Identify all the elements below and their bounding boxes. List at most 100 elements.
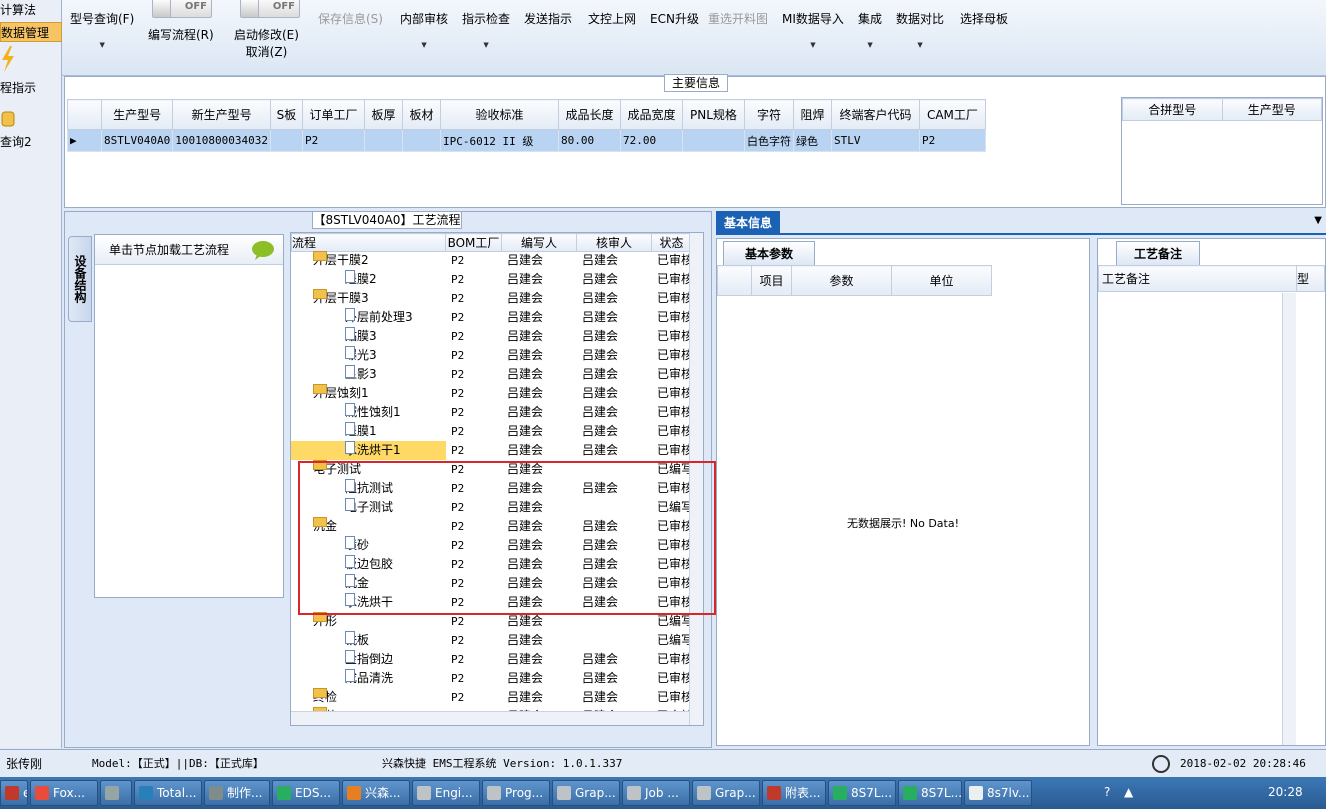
col-header[interactable]: 成品宽度 (619, 99, 683, 130)
table-cell[interactable]: P2 (918, 129, 986, 152)
save-info-button[interactable]: 保存信息(S) (318, 10, 383, 27)
table-cell[interactable]: 绿色 (792, 129, 832, 152)
col-header[interactable]: 工艺备注 (1098, 265, 1297, 292)
chevron-down-icon[interactable]: ▼ (1314, 215, 1322, 226)
tree-node-name[interactable]: 金指倒边 (291, 650, 446, 669)
tab-basic-info[interactable]: 基本信息 (716, 211, 780, 235)
taskbar-item[interactable]: 兴森... (342, 780, 410, 806)
table-cell[interactable]: P2 (301, 129, 365, 152)
select-motherboard-button[interactable]: 选择母板 (960, 10, 1008, 27)
taskbar-item[interactable]: 8S7L... (898, 780, 962, 806)
write-process-toggle[interactable]: OFF (152, 0, 212, 18)
tab-basic-params[interactable]: 基本参数 (723, 241, 815, 265)
tree-node-name[interactable]: 外层前处理3 (291, 308, 446, 327)
tree-row[interactable]: 金指倒边 P2 吕建会 吕建会 已审核 (291, 650, 693, 669)
ecn-upgrade-button[interactable]: ECN升级 (650, 10, 699, 27)
col-header[interactable]: 生产型号 (100, 99, 174, 130)
table-cell[interactable] (681, 129, 745, 152)
tree-horizontal-scrollbar[interactable] (291, 711, 689, 725)
taskbar-clock[interactable]: 20:28 (1268, 785, 1303, 799)
col-header[interactable]: 合拼型号 (1122, 98, 1223, 121)
tree-row[interactable]: 曝光3 P2 吕建会 吕建会 已审核 (291, 346, 693, 365)
nav-item-query2[interactable]: 查询2 (0, 132, 62, 152)
taskbar-item[interactable]: Grap... (552, 780, 620, 806)
col-header[interactable]: 订单工厂 (301, 99, 365, 130)
col-header[interactable]: 字符 (743, 99, 794, 130)
col-header[interactable]: 流程 (291, 233, 446, 252)
col-header[interactable]: 单位 (891, 265, 992, 296)
table-cell[interactable]: 72.00 (619, 129, 683, 152)
taskbar-item[interactable]: Total... (134, 780, 202, 806)
table-cell[interactable]: 8STLV040A0 (100, 129, 174, 152)
reselect-cutting-button[interactable]: 重选开料图 (708, 10, 768, 27)
col-header[interactable]: 生产型号 (1221, 98, 1322, 121)
instruction-check-button[interactable]: 指示检查 ▼ (462, 10, 510, 49)
tree-row[interactable]: −外层蚀刻1 P2 吕建会 吕建会 已审核 (291, 384, 693, 403)
taskbar-item[interactable]: 8S7L... (828, 780, 896, 806)
nav-item-calc[interactable]: 计算法 (0, 0, 62, 20)
taskbar-item[interactable]: EDS... (272, 780, 340, 806)
internal-review-button[interactable]: 内部审核 ▼ (400, 10, 448, 49)
taskbar-item[interactable]: Fox... (30, 780, 98, 806)
nav-item-process-instruction[interactable]: 程指示 (0, 78, 62, 98)
col-header[interactable]: S板 (269, 99, 303, 130)
model-query-button[interactable]: 型号查询(F) ▼ (70, 10, 134, 49)
tree-node-name[interactable]: 曝光3 (291, 346, 446, 365)
col-header[interactable]: 验收标准 (439, 99, 559, 130)
data-compare-button[interactable]: 数据对比 ▼ (896, 10, 944, 49)
col-header[interactable]: 型 (1296, 265, 1325, 292)
table-cell[interactable] (401, 129, 441, 152)
taskbar-item[interactable]: Job ... (622, 780, 690, 806)
taskbar-item[interactable]: Engi... (412, 780, 480, 806)
table-cell[interactable] (363, 129, 403, 152)
col-header[interactable]: 项目 (751, 265, 792, 296)
nav-item-data-manage[interactable]: 数据管理 (0, 22, 62, 42)
tree-row[interactable]: −外层干膜3 P2 吕建会 吕建会 已审核 (291, 289, 693, 308)
tree-row[interactable]: +终检 P2 吕建会 吕建会 已审核 (291, 688, 693, 707)
tree-node-name[interactable]: 退膜1 (291, 422, 446, 441)
write-process-button[interactable]: 编写流程(R) (148, 26, 214, 43)
tree-row[interactable]: 退膜1 P2 吕建会 吕建会 已审核 (291, 422, 693, 441)
tree-row[interactable]: 水洗烘干1 P2 吕建会 吕建会 已审核 (291, 441, 693, 460)
col-header[interactable]: 板材 (401, 99, 441, 130)
tree-row[interactable]: 外层前处理3 P2 吕建会 吕建会 已审核 (291, 308, 693, 327)
col-header[interactable]: 成品长度 (557, 99, 621, 130)
tree-row[interactable]: 铣板 P2 吕建会 已编写 (291, 631, 693, 650)
mi-data-import-button[interactable]: MI数据导入 ▼ (782, 10, 844, 49)
tree-row[interactable]: 成品清洗 P2 吕建会 吕建会 已审核 (291, 669, 693, 688)
tree-node-name[interactable]: 水洗烘干1 (291, 441, 446, 460)
remark-vertical-scrollbar[interactable] (1282, 293, 1296, 745)
tree-row[interactable]: 退膜2 P2 吕建会 吕建会 已审核 (291, 270, 693, 289)
tree-row[interactable]: 碱性蚀刻1 P2 吕建会 吕建会 已审核 (291, 403, 693, 422)
table-cell[interactable] (269, 129, 303, 152)
col-header[interactable]: 板厚 (363, 99, 403, 130)
tray-question-icon[interactable]: ? (1104, 785, 1110, 799)
tree-node-name[interactable]: +终检 (291, 688, 446, 707)
col-header[interactable]: 终端客户代码 (830, 99, 920, 130)
col-header[interactable]: 新生产型号 (172, 99, 271, 130)
tree-row[interactable]: 贴膜3 P2 吕建会 吕建会 已审核 (291, 327, 693, 346)
table-row[interactable]: ▶ 8STLV040A0 10010800034032 P2 IPC-6012 … (67, 129, 986, 152)
col-header[interactable]: 参数 (791, 265, 892, 296)
col-header[interactable]: 核审人 (576, 233, 652, 252)
tree-node-name[interactable]: 碱性蚀刻1 (291, 403, 446, 422)
tree-node-name[interactable]: −外层蚀刻1 (291, 384, 446, 403)
col-header[interactable]: BOM工厂 (445, 233, 502, 252)
start-modify-button[interactable]: 启动修改(E) 取消(Z) (234, 26, 299, 60)
taskbar-item[interactable] (100, 780, 132, 806)
table-cell[interactable]: IPC-6012 II 级 (439, 129, 559, 152)
taskbar-item[interactable]: 附表... (762, 780, 826, 806)
integration-button[interactable]: 集成 ▼ (858, 10, 882, 49)
tree-node-name[interactable]: 铣板 (291, 631, 446, 650)
taskbar-item[interactable]: Prog... (482, 780, 550, 806)
col-header[interactable]: 编写人 (501, 233, 577, 252)
col-header[interactable]: 阻焊 (792, 99, 832, 130)
col-header[interactable]: CAM工厂 (918, 99, 986, 130)
tree-node-name[interactable]: −外层干膜2 (291, 251, 446, 270)
taskbar-item[interactable]: 制作... (204, 780, 270, 806)
tab-process-remark[interactable]: 工艺备注 (1116, 241, 1200, 265)
col-header[interactable]: 状态 (651, 233, 692, 252)
equipment-structure-tab[interactable]: 设备结构 (68, 236, 92, 322)
tree-node-name[interactable]: 显影3 (291, 365, 446, 384)
tree-row[interactable]: −外层干膜2 P2 吕建会 吕建会 已审核 (291, 251, 693, 270)
